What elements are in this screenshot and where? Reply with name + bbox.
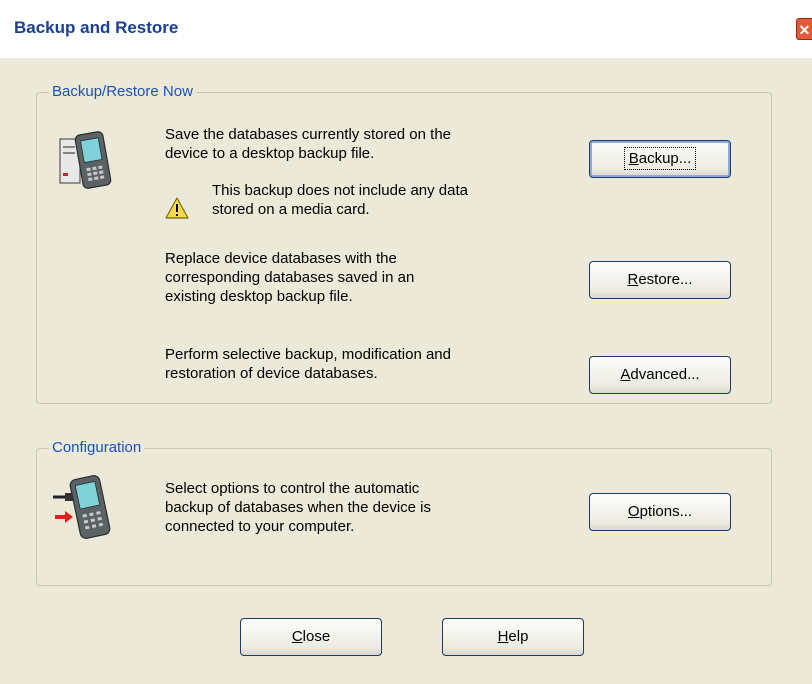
advanced-button[interactable]: Advanced... xyxy=(589,356,731,394)
backup-restore-group: Backup/Restore Now Save the databases cu… xyxy=(36,83,772,404)
options-button[interactable]: Options... xyxy=(589,493,731,531)
restore-button[interactable]: Restore... xyxy=(589,261,731,299)
backup-restore-dialog: Backup and Restore ✕ Backup/Restore Now xyxy=(0,0,812,684)
close-window-button[interactable]: ✕ xyxy=(796,18,812,40)
advanced-description: Perform selective backup, modification a… xyxy=(165,346,451,382)
close-icon: ✕ xyxy=(798,22,811,38)
title-bar[interactable]: Backup and Restore ✕ xyxy=(0,0,812,58)
warning-icon xyxy=(165,197,189,219)
configuration-group-title: Configuration xyxy=(49,439,145,457)
close-button[interactable]: Close xyxy=(240,618,382,656)
window-title: Backup and Restore xyxy=(14,18,179,37)
options-description: Select options to control the automatic … xyxy=(165,480,432,535)
configuration-group: Configuration Select options to control … xyxy=(36,439,772,586)
backup-button[interactable]: Backup... xyxy=(589,140,731,178)
device-with-desktop-icon xyxy=(59,131,112,189)
restore-description: Replace device databases with the corres… xyxy=(165,250,415,305)
dialog-client-area: Backup/Restore Now Save the databases cu… xyxy=(0,58,812,684)
help-button[interactable]: Help xyxy=(442,618,584,656)
backup-restore-group-title: Backup/Restore Now xyxy=(49,83,196,101)
warning-text: This backup does not include any data st… xyxy=(212,182,469,218)
device-connect-icon xyxy=(53,475,111,539)
backup-description: Save the databases currently stored on t… xyxy=(165,126,452,162)
